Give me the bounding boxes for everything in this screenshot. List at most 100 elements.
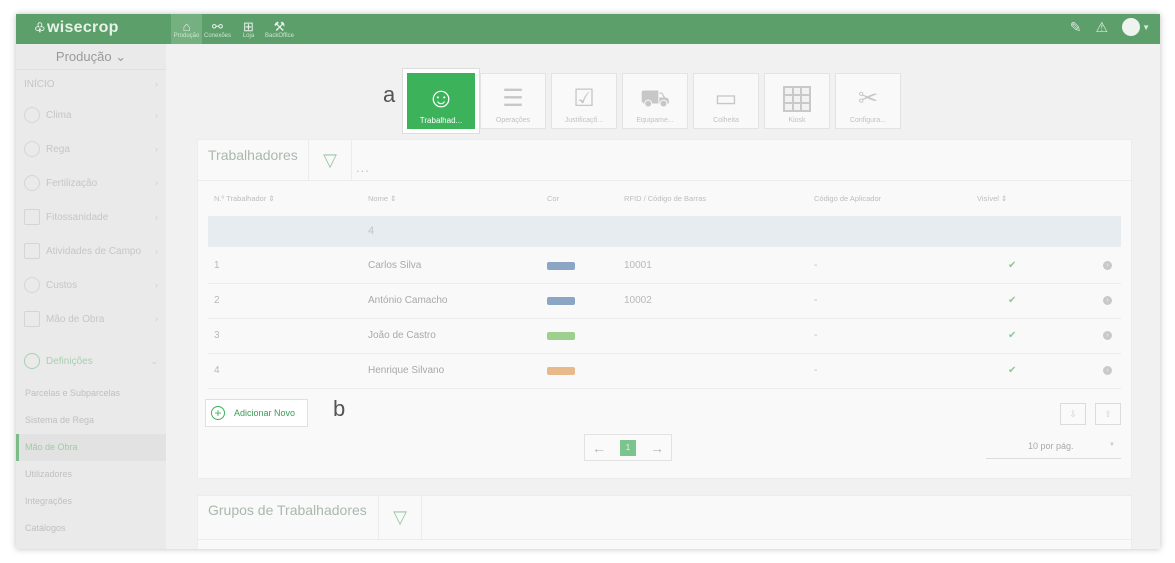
topnav-label: Loja	[242, 32, 255, 39]
sidebar-sub-utilizadores[interactable]: Utilizadores	[16, 461, 166, 488]
check-icon: ✔	[1008, 295, 1017, 306]
module-trabalhadores[interactable]: ☺ Trabalhad...	[403, 69, 479, 133]
table-row[interactable]: 3 João de Castro - ✔ ›	[208, 318, 1121, 354]
sidebar-item-label: Atividades de Campo	[46, 245, 142, 257]
edit-icon[interactable]: ✎	[1070, 19, 1082, 36]
worker-name: Henrique Silvano	[368, 365, 445, 376]
topnav-label: Produção	[173, 32, 200, 39]
filter-row[interactable]: 4	[208, 216, 1121, 247]
topnav-label: BackOffice	[265, 32, 294, 39]
module-label: Colheita	[713, 117, 739, 124]
chevron-right-icon: ›	[155, 314, 158, 324]
module-kiosk[interactable]: Kiosk	[764, 73, 830, 129]
add-new-label: Adicionar Novo	[234, 408, 296, 418]
add-new-button[interactable]: + Adicionar Novo	[205, 399, 308, 427]
sidebar-item-label: Custos	[46, 279, 78, 291]
sidebar-item-label: Fitossanidade	[46, 211, 109, 223]
sidebar-item-label: Fertilização	[46, 177, 98, 189]
topnav-conexoes[interactable]: ⚯ Conexões	[202, 14, 233, 44]
chevron-down-icon[interactable]: ▼	[1142, 23, 1150, 32]
chevron-right-icon[interactable]: ›	[1103, 296, 1112, 305]
upload-icon[interactable]: ⇧	[1095, 403, 1121, 425]
worker-num: 3	[214, 330, 220, 341]
annotation-marker-b: b	[333, 396, 346, 421]
more-options[interactable]: ...	[356, 160, 370, 175]
sidebar-item-mao-de-obra[interactable]: Mão de Obra ›	[16, 302, 166, 336]
module-operacoes[interactable]: ☰ Operações	[480, 73, 546, 129]
module-colheita[interactable]: ▭ Colheita	[693, 73, 759, 129]
divider	[198, 180, 1131, 181]
col-header-num[interactable]: N.º Trabalhador ⇕	[214, 194, 275, 203]
filter-icon[interactable]: ▽	[308, 140, 352, 180]
annotation-marker-a: a	[383, 82, 396, 107]
check-icon: ✔	[1008, 260, 1017, 271]
page-number[interactable]: 1	[620, 439, 636, 456]
table-row[interactable]: 2 António Camacho 10002 - ✔ ›	[208, 283, 1121, 319]
sidebar-item-label: Rega	[46, 143, 70, 155]
chevron-right-icon[interactable]: ›	[1103, 331, 1112, 340]
module-label: Justificaçõ...	[564, 117, 604, 124]
worker-color-swatch	[547, 367, 575, 375]
col-header-name[interactable]: Nome ⇕	[368, 194, 396, 203]
factory-icon: ⚒	[273, 18, 286, 34]
sidebar-item-label: Mão de Obra	[46, 313, 105, 325]
worker-applicator: -	[814, 365, 818, 376]
kiosk-icon	[783, 86, 811, 112]
tractor-icon: ⛟	[639, 85, 671, 112]
worker-rfid: 10001	[624, 260, 652, 271]
module-configuracoes[interactable]: ✂ Configura...	[835, 73, 901, 129]
chevron-right-icon[interactable]: ›	[1103, 366, 1112, 375]
sidebar-sub-mao-de-obra[interactable]: Mão de Obra	[16, 434, 166, 461]
topnav-backoffice[interactable]: ⚒ BackOffice	[264, 14, 295, 44]
chevron-right-icon[interactable]: ›	[1103, 261, 1112, 270]
arrow-right-icon[interactable]: →	[650, 440, 664, 456]
module-toolbar: ☺ Trabalhad... ☰ Operações ☑ Justificaçõ...…	[403, 69, 901, 133]
logo-text: wisecrop	[46, 19, 119, 36]
network-icon: ⚯	[212, 18, 223, 34]
pagination: ← 1 →	[584, 434, 672, 461]
sidebar-sub-sistema-rega[interactable]: Sistema de Rega	[16, 407, 166, 434]
topnav-label: Conexões	[203, 32, 232, 39]
arrow-left-icon[interactable]: ←	[592, 440, 606, 456]
sidebar-sub-catalogos[interactable]: Catálogos	[16, 515, 166, 542]
per-page-select[interactable]: 10 por pág. ▼	[986, 436, 1121, 459]
worker-color-swatch	[547, 332, 575, 340]
worker-applicator: -	[814, 260, 818, 271]
sidebar-item-clima[interactable]: Clima ›	[16, 98, 166, 132]
per-page-value: 10 por pág.	[1028, 441, 1074, 451]
tools-icon: ✂	[857, 85, 879, 112]
sidebar-sub-parcelas[interactable]: Parcelas e Subparcelas	[16, 380, 166, 407]
panel-title: Grupos de Trabalhadores	[208, 502, 367, 518]
sidebar-item-custos[interactable]: Custos ›	[16, 268, 166, 302]
download-icon[interactable]: ⇩	[1060, 403, 1086, 425]
sidebar-item-rega[interactable]: Rega ›	[16, 132, 166, 166]
chevron-right-icon: ›	[155, 212, 158, 222]
section-label: Produção	[55, 49, 112, 64]
table-row[interactable]: 1 Carlos Silva 10001 - ✔ ›	[208, 248, 1121, 284]
sidebar-item-label: Definições	[46, 355, 93, 367]
sidebar-item-fertilizacao[interactable]: Fertilização ›	[16, 166, 166, 200]
module-equipamentos[interactable]: ⛟ Equipame...	[622, 73, 688, 129]
avatar[interactable]	[1122, 18, 1141, 36]
module-label: Equipame...	[636, 117, 674, 124]
col-header-visible[interactable]: Visível ⇕	[977, 194, 1007, 203]
table-row[interactable]: 4 Henrique Silvano - ✔ ›	[208, 353, 1121, 389]
topnav-producao[interactable]: ⌂ Produção	[171, 14, 202, 44]
module-justificacoes[interactable]: ☑ Justificaçõ...	[551, 73, 617, 129]
filter-icon[interactable]: ▽	[378, 496, 422, 539]
topnav-loja[interactable]: ⊞ Loja	[233, 14, 264, 44]
module-label: Kiosk	[788, 117, 806, 124]
store-icon: ⊞	[243, 18, 254, 34]
chevron-right-icon: ›	[155, 280, 158, 290]
section-selector[interactable]: Produção ⌄	[16, 44, 166, 70]
sidebar-item-fitossanidade[interactable]: Fitossanidade ›	[16, 200, 166, 234]
sidebar-item-inicio[interactable]: INÍCIO ›	[16, 70, 166, 98]
worker-applicator: -	[814, 295, 818, 306]
sidebar-item-label: INÍCIO	[24, 78, 55, 90]
sidebar-item-atividades[interactable]: Atividades de Campo ›	[16, 234, 166, 268]
wisecrop-logo[interactable]: ♧wisecrop	[34, 19, 119, 37]
sidebar-sub-integracoes[interactable]: Integrações	[16, 488, 166, 515]
warning-icon[interactable]: ⚠	[1096, 19, 1109, 36]
sidebar-item-definicoes[interactable]: Definições ⌄	[16, 342, 166, 380]
check-icon: ✔	[1008, 330, 1017, 341]
